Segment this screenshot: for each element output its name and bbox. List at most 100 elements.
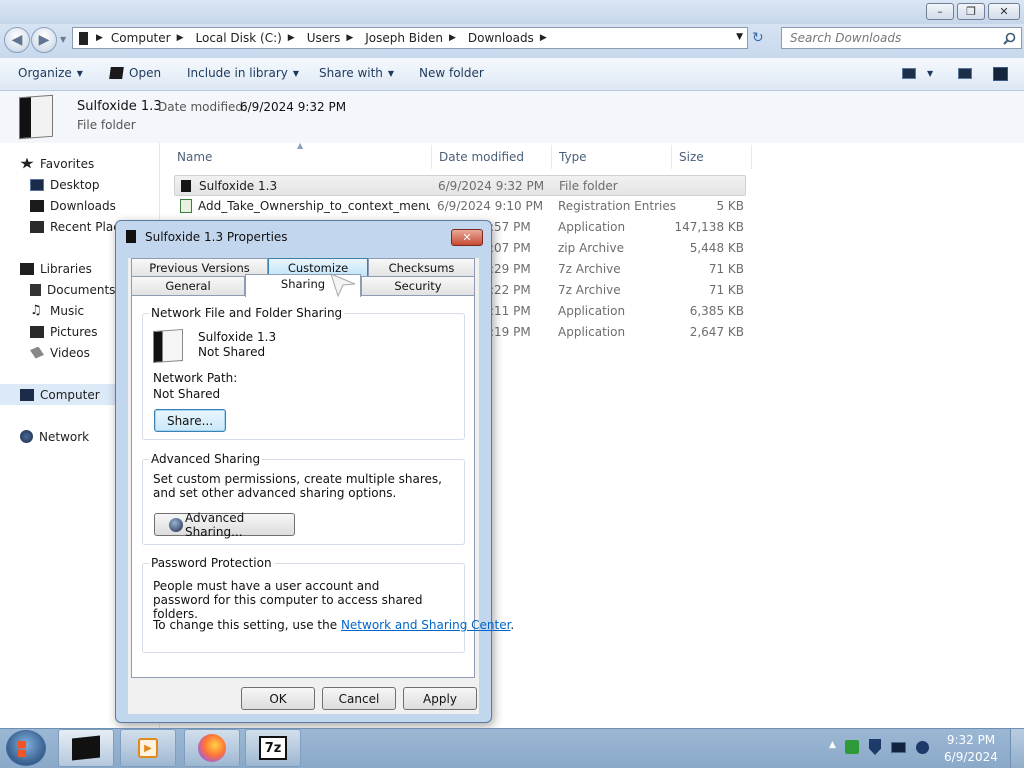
window-title-bar — [0, 0, 1024, 24]
clock-time[interactable]: 9:32 PM — [940, 733, 1002, 747]
refresh-icon[interactable]: ↻ — [752, 30, 764, 46]
dialog-close-button[interactable]: ✕ — [451, 229, 483, 246]
sharing-status: Not Shared — [198, 345, 266, 359]
taskbar-firefox[interactable] — [184, 729, 240, 767]
chevron-right-icon: ▶ — [96, 33, 103, 43]
column-date-label: Date modified — [439, 150, 525, 164]
nav-libraries[interactable]: Libraries — [20, 258, 92, 279]
mouse-cursor-icon — [330, 273, 356, 298]
videos-icon — [30, 346, 44, 359]
open-button[interactable]: Open — [109, 66, 161, 80]
details-date-label: Date modified: — [158, 100, 248, 114]
table-row[interactable]: Sulfoxide 1.3 6/9/2024 9:32 PM File fold… — [174, 175, 746, 196]
new-folder-label: New folder — [419, 66, 484, 80]
column-size[interactable]: Size — [672, 145, 752, 169]
tab-general[interactable]: General — [131, 276, 245, 295]
nav-network[interactable]: Network — [20, 426, 89, 447]
maximize-button[interactable]: ❐ — [957, 3, 985, 20]
file-type: File folder — [559, 179, 618, 193]
advanced-sharing-button[interactable]: Advanced Sharing... — [154, 511, 295, 539]
chevron-down-icon: ▼ — [292, 68, 300, 78]
file-size: 6,385 KB — [689, 304, 744, 318]
nav-network-label: Network — [39, 429, 90, 444]
sort-ascending-icon: ▲ — [297, 141, 304, 150]
address-bar[interactable]: ▶ Computer ▶ Local Disk (C:) ▶ Users ▶ Jose… — [72, 27, 748, 49]
breadcrumb-label: Users — [306, 31, 341, 45]
computer-icon — [20, 388, 34, 401]
breadcrumb-users[interactable]: Users ▶ — [307, 31, 362, 45]
minimize-button[interactable]: – — [926, 3, 954, 20]
file-size: 5,448 KB — [689, 241, 744, 255]
close-button[interactable]: ✕ — [988, 3, 1020, 20]
advanced-sharing-description: Set custom permissions, create multiple … — [153, 472, 442, 500]
share-with-button[interactable]: Share with ▼ — [319, 66, 394, 80]
restore-icon: ❐ — [966, 5, 976, 18]
search-input[interactable]: Search Downloads — [781, 27, 1022, 49]
tab-checksums[interactable]: Checksums — [368, 258, 475, 277]
nav-desktop-label: Desktop — [50, 177, 100, 192]
nav-downloads[interactable]: Downloads — [30, 195, 116, 216]
file-type: zip Archive — [558, 241, 624, 255]
taskbar-explorer[interactable] — [58, 729, 114, 767]
star-icon — [20, 157, 34, 169]
nav-pictures[interactable]: Pictures — [30, 321, 98, 342]
column-type[interactable]: Type — [552, 145, 672, 169]
include-in-library-button[interactable]: Include in library ▼ — [187, 66, 299, 80]
nav-favorites[interactable]: Favorites — [20, 153, 94, 174]
explorer-icon — [72, 735, 100, 761]
change-view-icon[interactable] — [902, 68, 916, 79]
forward-button[interactable]: ▶ — [31, 27, 57, 53]
taskbar-7zip[interactable]: 7z — [245, 729, 301, 767]
nav-music[interactable]: ♫ Music — [30, 300, 84, 321]
tab-label: Security — [394, 279, 442, 293]
address-dropdown-icon[interactable]: ▼ — [736, 32, 743, 42]
windows-logo-icon — [18, 741, 27, 757]
nav-desktop[interactable]: Desktop — [30, 174, 100, 195]
preview-pane-icon[interactable] — [958, 68, 972, 79]
tab-label: Checksums — [388, 261, 455, 275]
chevron-right-icon: ▶ — [176, 33, 184, 43]
network-globe-icon — [20, 430, 33, 443]
taskbar-media-player[interactable]: ▶ — [120, 729, 176, 767]
volume-icon[interactable] — [916, 741, 929, 754]
view-options-chevron-icon[interactable]: ▼ — [927, 69, 933, 78]
clock-date[interactable]: 6/9/2024 — [940, 750, 1002, 764]
show-desktop-button[interactable] — [1010, 729, 1024, 768]
breadcrumb-user[interactable]: Joseph Biden ▶ — [365, 31, 464, 45]
organize-button[interactable]: Organize ▼ — [18, 66, 83, 80]
show-hidden-icons-chevron[interactable]: ▲ — [829, 740, 836, 750]
nav-computer-label: Computer — [40, 387, 100, 402]
help-icon[interactable] — [993, 67, 1008, 81]
cancel-button[interactable]: Cancel — [322, 687, 396, 710]
folder-icon — [79, 31, 88, 45]
file-date: :19 PM — [490, 325, 531, 339]
change-setting-prefix: To change this setting, use the — [153, 618, 341, 632]
chevron-right-icon: ▶ — [539, 33, 547, 43]
network-sharing-center-link[interactable]: Network and Sharing Center — [341, 618, 510, 632]
breadcrumb-downloads[interactable]: Downloads ▶ — [468, 31, 555, 45]
chevron-right-icon: ▶ — [346, 33, 354, 43]
minimize-icon: – — [937, 5, 943, 18]
file-type: Application — [558, 220, 626, 234]
breadcrumb-local-disk[interactable]: Local Disk (C:) ▶ — [196, 31, 303, 45]
apply-button[interactable]: Apply — [403, 687, 477, 710]
ok-button[interactable]: OK — [241, 687, 315, 710]
nav-videos[interactable]: Videos — [30, 342, 90, 363]
network-tray-icon[interactable] — [891, 742, 906, 753]
column-date-modified[interactable]: Date modified — [432, 145, 552, 169]
start-button[interactable] — [6, 730, 46, 766]
recent-pages-dropdown-icon[interactable]: ▼ — [60, 35, 66, 44]
table-row[interactable]: Add_Take_Ownership_to_context_menu.r... … — [174, 196, 746, 217]
nav-documents[interactable]: Documents — [30, 279, 115, 300]
close-icon: ✕ — [999, 5, 1009, 18]
share-button[interactable]: Share... — [154, 409, 226, 432]
tab-security[interactable]: Security — [361, 276, 475, 295]
breadcrumb-computer[interactable]: Computer ▶ — [111, 31, 192, 45]
tray-status-icon[interactable] — [845, 740, 859, 754]
file-date: :07 PM — [490, 241, 531, 255]
file-name: Add_Take_Ownership_to_context_menu.r... — [198, 199, 430, 213]
new-folder-button[interactable]: New folder — [419, 66, 484, 80]
chevron-right-icon: ▶ — [287, 33, 295, 43]
back-button[interactable]: ◀ — [4, 27, 30, 53]
network-sharing-title: Network File and Folder Sharing — [149, 306, 345, 320]
